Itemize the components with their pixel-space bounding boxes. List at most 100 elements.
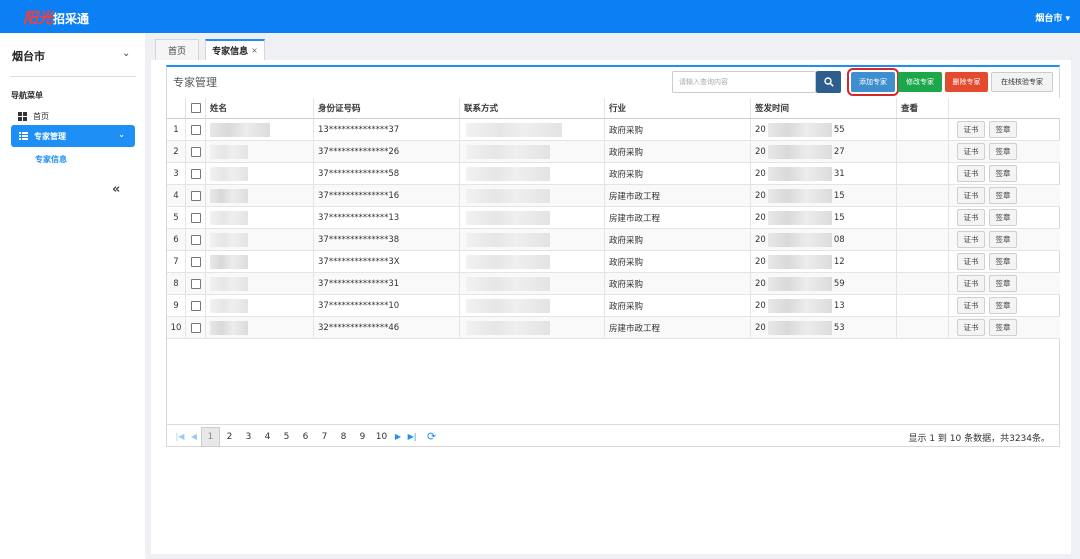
row-checkbox[interactable]	[190, 278, 201, 289]
signature-button[interactable]: 签章	[989, 121, 1017, 138]
city-selector[interactable]: 烟台市	[12, 48, 45, 64]
row-checkbox[interactable]	[190, 124, 201, 135]
cell-name	[205, 141, 313, 162]
page-number[interactable]: 8	[334, 427, 353, 447]
online-verify-button[interactable]: 在线核验专家	[991, 72, 1053, 92]
signature-button[interactable]: 签章	[989, 319, 1017, 336]
table-row[interactable]: 7 37**************3X 政府采购 20 12 证书 签章	[167, 251, 1060, 273]
certificate-button[interactable]: 证书	[957, 231, 985, 248]
column-header-name[interactable]: 姓名	[205, 98, 313, 118]
row-checkbox[interactable]	[190, 300, 201, 311]
certificate-button[interactable]: 证书	[957, 297, 985, 314]
row-checkbox[interactable]	[190, 190, 201, 201]
cell-name	[205, 251, 313, 272]
page-number[interactable]: 9	[353, 427, 372, 447]
table-row[interactable]: 5 37**************13 房建市政工程 20 15 证书 签章	[167, 207, 1060, 229]
column-header-phone[interactable]: 联系方式	[459, 98, 604, 118]
table-row[interactable]: 1 13**************37 政府采购 20 55 证书 签章	[167, 119, 1060, 141]
table-row[interactable]: 9 37**************10 政府采购 20 13 证书 签章	[167, 295, 1060, 317]
signature-button[interactable]: 签章	[989, 231, 1017, 248]
collapse-sidebar-icon[interactable]: «	[112, 182, 120, 197]
cell-industry: 政府采购	[604, 141, 750, 162]
row-checkbox[interactable]	[190, 212, 201, 223]
redacted-phone	[466, 232, 550, 247]
first-page-icon[interactable]: |◀	[173, 432, 187, 441]
row-index: 9	[173, 300, 179, 311]
page-number[interactable]: 10	[372, 427, 391, 447]
cell-id: 37**************58	[313, 163, 459, 184]
certificate-button[interactable]: 证书	[957, 209, 985, 226]
close-icon[interactable]: ×	[251, 46, 258, 55]
signature-button[interactable]: 签章	[989, 209, 1017, 226]
table-row[interactable]: 8 37**************31 政府采购 20 59 证书 签章	[167, 273, 1060, 295]
signature-button[interactable]: 签章	[989, 297, 1017, 314]
signature-button[interactable]: 签章	[989, 187, 1017, 204]
certificate-button[interactable]: 证书	[957, 143, 985, 160]
certificate-button[interactable]: 证书	[957, 121, 985, 138]
redacted-name	[210, 320, 248, 335]
tab-expert-info[interactable]: 专家信息 ×	[205, 39, 265, 60]
user-menu[interactable]: 烟台市 ▾	[1035, 11, 1070, 24]
page-number[interactable]: 6	[296, 427, 315, 447]
row-checkbox[interactable]	[190, 168, 201, 179]
cell-phone	[459, 295, 604, 316]
cell-id: 37**************13	[313, 207, 459, 228]
signature-button[interactable]: 签章	[989, 275, 1017, 292]
row-checkbox[interactable]	[190, 256, 201, 267]
certificate-button[interactable]: 证书	[957, 275, 985, 292]
refresh-icon[interactable]: ⟳	[427, 430, 436, 443]
row-checkbox-cell	[185, 295, 205, 316]
signature-button[interactable]: 签章	[989, 143, 1017, 160]
certificate-button[interactable]: 证书	[957, 187, 985, 204]
search-input[interactable]: 请输入查询内容	[672, 71, 816, 93]
delete-expert-button[interactable]: 删除专家	[945, 72, 988, 92]
tab-home[interactable]: 首页	[155, 39, 199, 60]
column-header-time[interactable]: 签发时间	[750, 98, 896, 118]
page-number[interactable]: 1	[201, 426, 220, 447]
sidebar-subitem-expert-info[interactable]: 专家信息	[35, 154, 67, 165]
signature-button[interactable]: 签章	[989, 165, 1017, 182]
time-suffix: 31	[833, 168, 845, 179]
table-row[interactable]: 6 37**************38 政府采购 20 08 证书 签章	[167, 229, 1060, 251]
row-checkbox[interactable]	[190, 146, 201, 157]
edit-expert-button[interactable]: 修改专家	[898, 72, 942, 92]
signature-button[interactable]: 签章	[989, 253, 1017, 270]
last-page-icon[interactable]: ▶|	[405, 432, 419, 441]
table-row[interactable]: 2 37**************26 政府采购 20 27 证书 签章	[167, 141, 1060, 163]
row-checkbox-cell	[185, 229, 205, 250]
cell-name	[205, 273, 313, 294]
search-button[interactable]	[816, 71, 841, 93]
page-number[interactable]: 3	[239, 427, 258, 447]
column-header-id[interactable]: 身份证号码	[313, 98, 459, 118]
page-number[interactable]: 4	[258, 427, 277, 447]
next-page-icon[interactable]: ▶	[391, 432, 405, 441]
cell-time: 20 13	[750, 295, 896, 316]
cell-phone	[459, 185, 604, 206]
table-row[interactable]: 4 37**************16 房建市政工程 20 15 证书 签章	[167, 185, 1060, 207]
row-checkbox[interactable]	[190, 234, 201, 245]
page-number[interactable]: 5	[277, 427, 296, 447]
column-header-industry[interactable]: 行业	[604, 98, 750, 118]
row-checkbox[interactable]	[190, 322, 201, 333]
sidebar-item-home[interactable]: 首页	[18, 109, 49, 123]
certificate-button[interactable]: 证书	[957, 253, 985, 270]
redacted-time	[767, 232, 832, 247]
certificate-button[interactable]: 证书	[957, 319, 985, 336]
certificate-button[interactable]: 证书	[957, 165, 985, 182]
cell-phone	[459, 317, 604, 338]
sidebar-item-expert-management[interactable]: 专家管理 ⌄	[11, 125, 135, 147]
cell-name	[205, 317, 313, 338]
chevron-down-icon[interactable]: ⌄	[122, 48, 130, 59]
redacted-phone	[466, 276, 550, 291]
table-row[interactable]: 10 32**************46 房建市政工程 20 53 证书 签章	[167, 317, 1060, 339]
cell-time: 20 08	[750, 229, 896, 250]
select-all-checkbox[interactable]	[190, 103, 201, 113]
row-index: 2	[173, 146, 179, 157]
prev-page-icon[interactable]: ◀	[187, 432, 201, 441]
add-expert-button[interactable]: 添加专家	[847, 68, 899, 96]
page-number[interactable]: 2	[220, 427, 239, 447]
table-row[interactable]: 3 37**************58 政府采购 20 31 证书 签章	[167, 163, 1060, 185]
page-number[interactable]: 7	[315, 427, 334, 447]
column-header-view[interactable]: 查看	[896, 98, 948, 118]
redacted-phone	[466, 320, 550, 335]
